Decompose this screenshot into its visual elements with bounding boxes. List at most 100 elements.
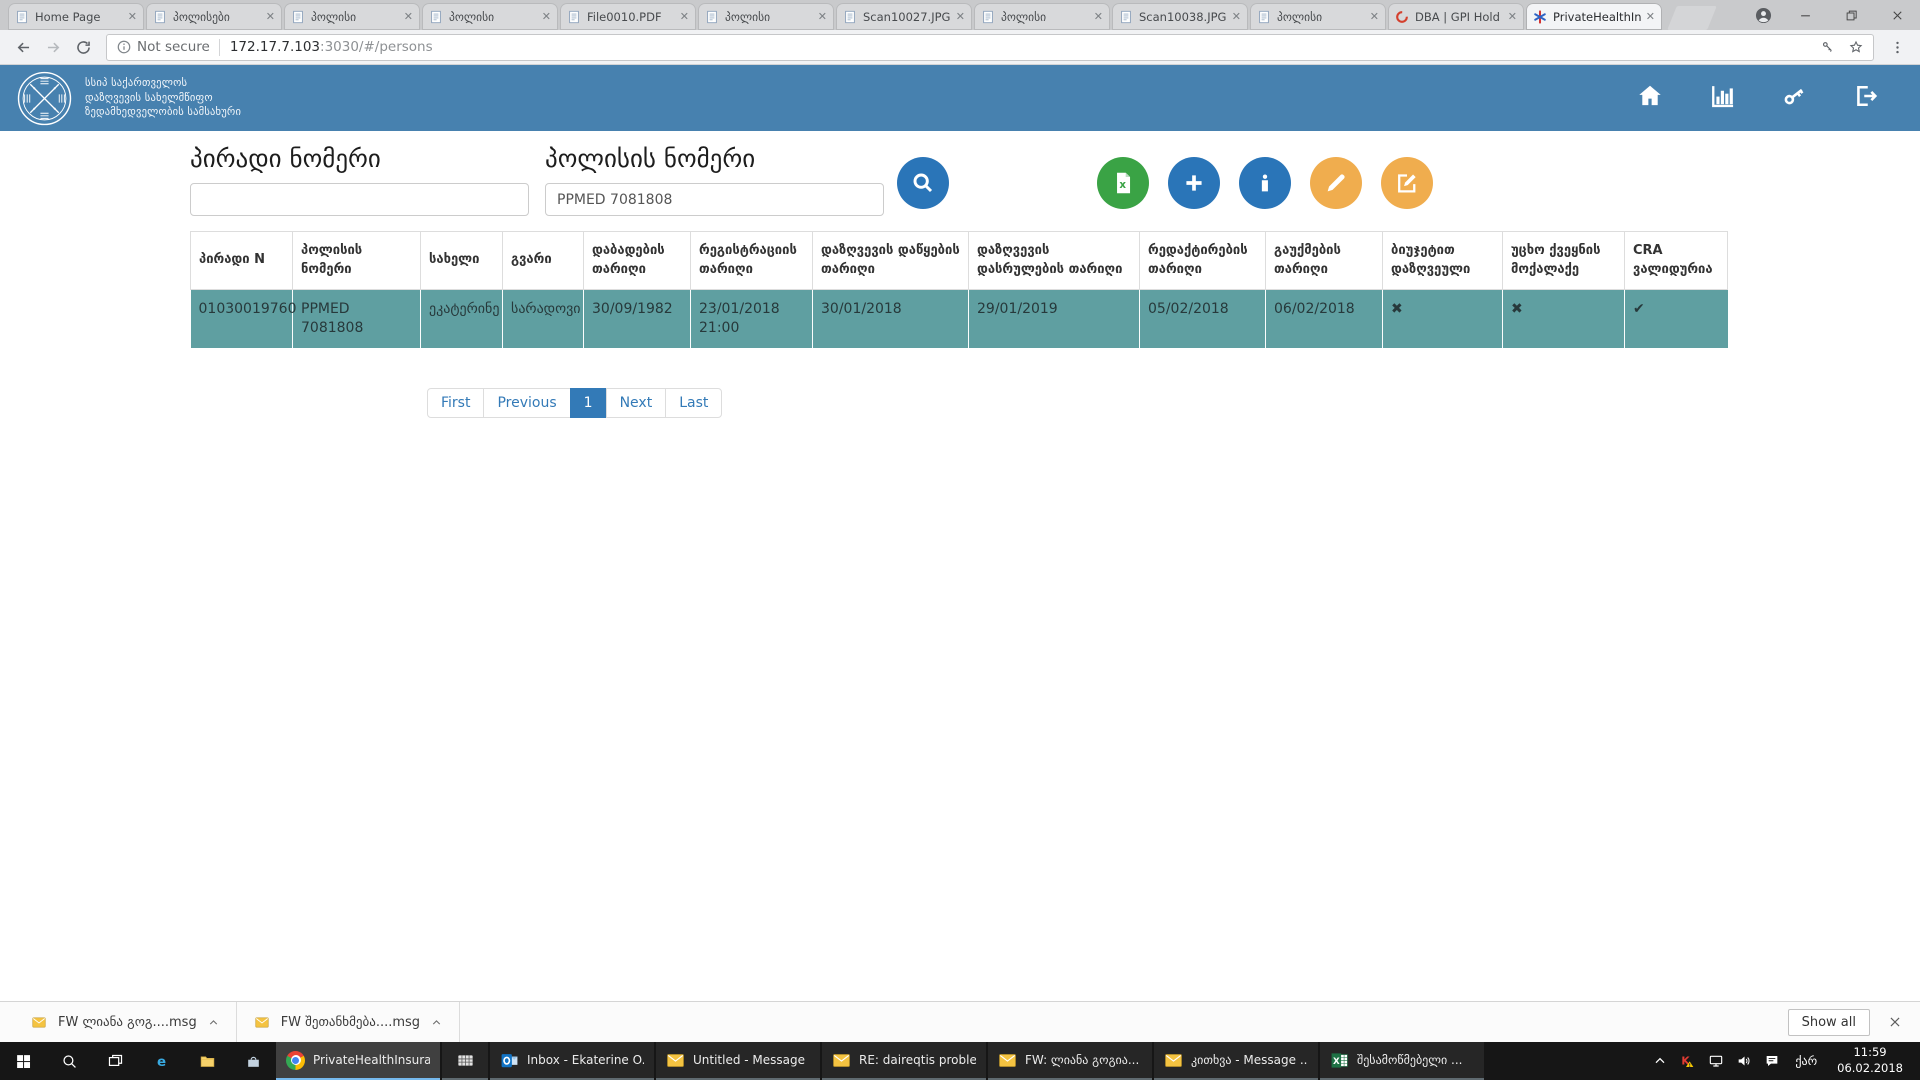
tray-chevron-button[interactable] — [1646, 1042, 1674, 1080]
table-cell: ✔ — [1625, 290, 1728, 348]
browser-tab[interactable]: PrivateHealthIn✕ — [1526, 3, 1662, 30]
address-bar[interactable]: Not secure 172.17.7.103 :3030/#/persons — [106, 34, 1874, 61]
page-button-first[interactable]: First — [427, 388, 484, 418]
browser-profile-button[interactable] — [1744, 0, 1782, 30]
new-tab-button[interactable] — [1667, 6, 1717, 30]
taskbar-task-view-button[interactable] — [92, 1042, 138, 1080]
info-button[interactable] — [1239, 157, 1291, 209]
tab-close-icon[interactable]: ✕ — [818, 10, 827, 23]
back-button[interactable] — [8, 33, 38, 61]
download-bar-close-icon[interactable] — [1888, 1015, 1902, 1029]
taskbar-tb-search-button[interactable] — [46, 1042, 92, 1080]
taskbar-app-button[interactable]: Xშესამოწმებელი ... — [1320, 1042, 1484, 1080]
close-button[interactable] — [1874, 0, 1920, 30]
taskbar-app-button[interactable]: კითხვა - Message ... — [1154, 1042, 1318, 1080]
nav-key-button[interactable] — [1780, 82, 1808, 114]
nav-logout-button[interactable] — [1852, 82, 1880, 114]
tray-kaspersky-button[interactable]: K — [1674, 1042, 1702, 1080]
taskbar-start-button[interactable] — [0, 1042, 46, 1080]
edit-form-button[interactable] — [1381, 157, 1433, 209]
restore-button[interactable] — [1828, 0, 1874, 30]
minimize-button[interactable] — [1782, 0, 1828, 30]
tab-close-icon[interactable]: ✕ — [1508, 10, 1517, 23]
browser-tab[interactable]: პოლისი✕ — [698, 3, 834, 30]
tab-close-icon[interactable]: ✕ — [680, 10, 689, 23]
browser-tab[interactable]: Home Page✕ — [8, 3, 144, 30]
reload-button[interactable] — [68, 33, 98, 61]
column-header[interactable]: გვარი — [503, 232, 584, 290]
tab-close-icon[interactable]: ✕ — [128, 10, 137, 23]
page-button-next[interactable]: Next — [606, 388, 667, 418]
export-excel-button[interactable]: x — [1097, 157, 1149, 209]
nav-home-button[interactable] — [1636, 82, 1664, 114]
excel-app-icon: X — [1330, 1051, 1349, 1070]
chevron-up-icon — [207, 1016, 220, 1029]
search-button[interactable] — [897, 157, 949, 209]
tab-close-icon[interactable]: ✕ — [404, 10, 413, 23]
tray-icons: K — [1674, 1042, 1786, 1080]
taskbar-app-button[interactable]: PrivateHealthInsura... — [276, 1042, 440, 1080]
table-row[interactable]: 01030019760PPMED 7081808ეკატერინესარადოვ… — [191, 290, 1728, 348]
column-header[interactable]: პოლისის ნომერი — [293, 232, 421, 290]
tab-close-icon[interactable]: ✕ — [542, 10, 551, 23]
taskbar-store-button[interactable] — [230, 1042, 276, 1080]
browser-tab[interactable]: Scan10038.JPG✕ — [1112, 3, 1248, 30]
column-header[interactable]: სახელი — [421, 232, 503, 290]
taskbar-app-button[interactable]: Inbox - Ekaterine O... — [490, 1042, 654, 1080]
file-explorer-icon — [199, 1053, 216, 1070]
taskbar-edge-button[interactable]: e — [138, 1042, 184, 1080]
taskbar-file-explorer-button[interactable] — [184, 1042, 230, 1080]
browser-tab[interactable]: პოლისი✕ — [1250, 3, 1386, 30]
taskbar-app-button[interactable]: FW: ლიანა გოგია... — [988, 1042, 1152, 1080]
tab-close-icon[interactable]: ✕ — [1370, 10, 1379, 23]
tab-close-icon[interactable]: ✕ — [1232, 10, 1241, 23]
column-header[interactable]: რედაქტირების თარიღი — [1140, 232, 1266, 290]
browser-tab[interactable]: პოლისი✕ — [422, 3, 558, 30]
tray-volume-button[interactable] — [1730, 1042, 1758, 1080]
browser-tab[interactable]: პოლისი✕ — [284, 3, 420, 30]
tab-close-icon[interactable]: ✕ — [1646, 10, 1655, 23]
tray-notification-button[interactable] — [1758, 1042, 1786, 1080]
forward-button[interactable] — [38, 33, 68, 61]
bookmark-star-icon[interactable] — [1848, 39, 1864, 55]
taskbar-app-button[interactable]: RE: daireqtis proble... — [822, 1042, 986, 1080]
column-header[interactable]: პირადი N — [191, 232, 293, 290]
column-header[interactable]: უცხო ქვეყნის მოქალაქე — [1503, 232, 1625, 290]
browser-tab[interactable]: პოლისები✕ — [146, 3, 282, 30]
download-item[interactable]: FW შეთანხმება....msg — [237, 1002, 460, 1042]
language-indicator[interactable]: ქარ — [1786, 1054, 1826, 1068]
download-item[interactable]: FW ლიანა გოგ....msg — [14, 1002, 237, 1042]
browser-tab[interactable]: პოლისი✕ — [974, 3, 1110, 30]
taskbar-app-button[interactable] — [442, 1042, 488, 1080]
column-header[interactable]: დაბადების თარიღი — [584, 232, 691, 290]
taskbar-app-button[interactable]: Untitled - Message ... — [656, 1042, 820, 1080]
browser-tab[interactable]: File0010.PDF✕ — [560, 3, 696, 30]
show-all-downloads-button[interactable]: Show all — [1788, 1009, 1870, 1036]
column-header[interactable]: დაზღვევის დაწყების თარიღი — [813, 232, 969, 290]
tab-close-icon[interactable]: ✕ — [956, 10, 965, 23]
start-icon — [15, 1053, 32, 1070]
column-header[interactable]: ბიუჯეტით დაზღვეული — [1383, 232, 1503, 290]
taskbar-clock[interactable]: 11:59 06.02.2018 — [1826, 1045, 1914, 1076]
info-circle-icon[interactable] — [116, 39, 132, 55]
column-header[interactable]: CRA ვალიდურია — [1625, 232, 1728, 290]
column-header[interactable]: დაზღვევის დასრულების თარიღი — [969, 232, 1140, 290]
browser-menu-button[interactable] — [1882, 33, 1912, 61]
page-button-last[interactable]: Last — [665, 388, 722, 418]
add-button[interactable] — [1168, 157, 1220, 209]
page-button-previous[interactable]: Previous — [483, 388, 570, 418]
tab-close-icon[interactable]: ✕ — [266, 10, 275, 23]
browser-tab[interactable]: DBA | GPI Hold✕ — [1388, 3, 1524, 30]
edit-button[interactable] — [1310, 157, 1362, 209]
column-header[interactable]: გაუქმების თარიღი — [1266, 232, 1383, 290]
tab-close-icon[interactable]: ✕ — [1094, 10, 1103, 23]
saved-password-key-icon[interactable] — [1820, 39, 1836, 55]
browser-tab[interactable]: Scan10027.JPG✕ — [836, 3, 972, 30]
policy-number-input[interactable] — [545, 183, 884, 216]
personal-number-input[interactable] — [190, 183, 529, 216]
page-button-1[interactable]: 1 — [570, 388, 607, 418]
tray-network-button[interactable] — [1702, 1042, 1730, 1080]
column-header[interactable]: რეგისტრაციის თარიღი — [691, 232, 813, 290]
logout-icon — [1852, 82, 1880, 110]
nav-bar-chart-button[interactable] — [1708, 82, 1736, 114]
